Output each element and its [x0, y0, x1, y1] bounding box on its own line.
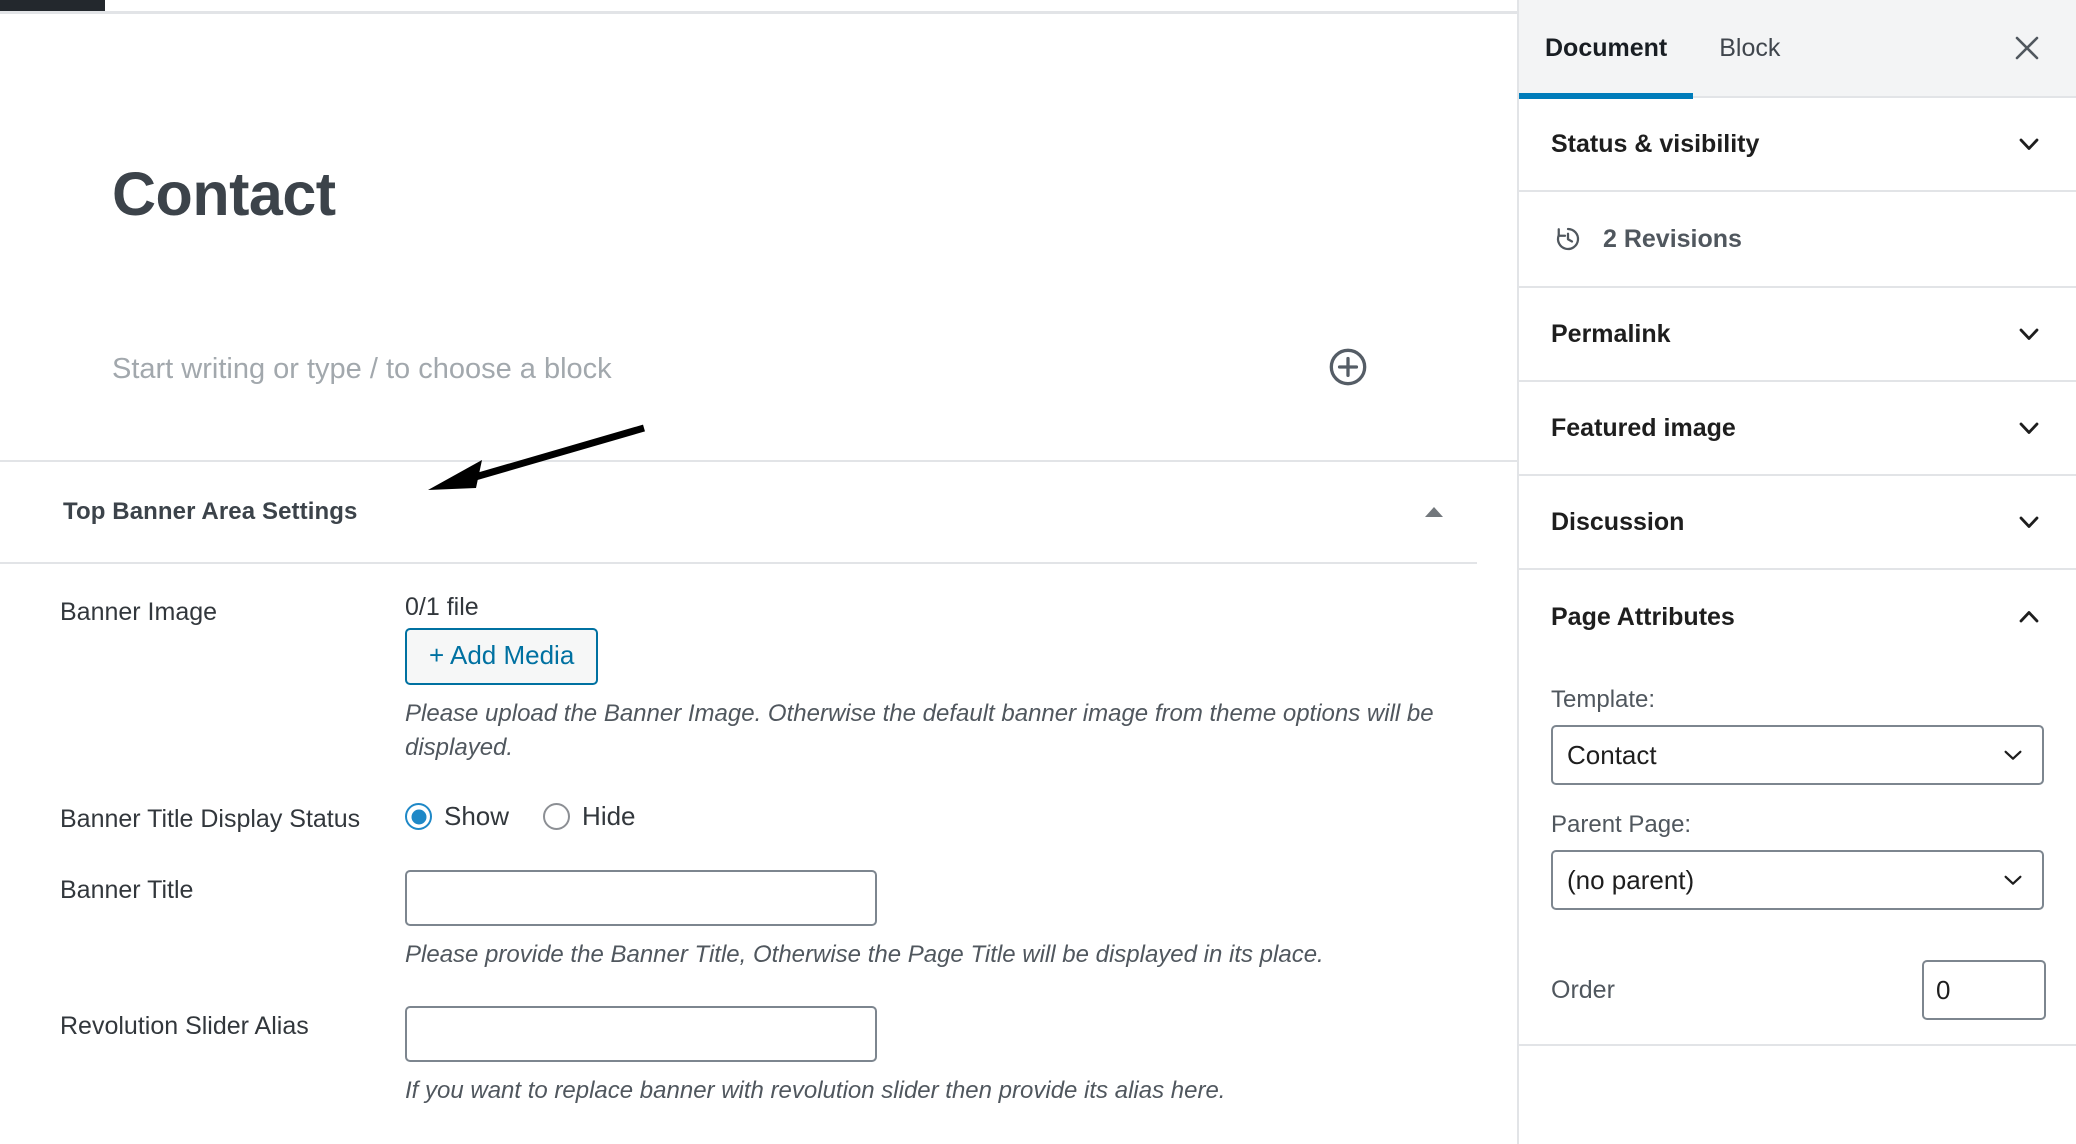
chevron-down-icon[interactable]: [2012, 505, 2046, 539]
panel-permalink-label: Permalink: [1551, 319, 1671, 348]
wordpress-block-editor: Contact Start writing or type / to choos…: [0, 0, 2076, 1144]
banner-image-control: 0/1 file + Add Media Please upload the B…: [405, 592, 1477, 765]
revolution-slider-alias-label: Revolution Slider Alias: [60, 1011, 309, 1040]
radio-label-show: Show: [444, 801, 510, 832]
template-select-value: Contact: [1567, 739, 1657, 770]
metabox-fields: Banner Image 0/1 file + Add Media Please…: [0, 564, 1517, 1108]
caret-up-icon[interactable]: [1421, 501, 1447, 523]
banner-title-status-control: Show Hide: [405, 799, 1477, 832]
parent-page-select[interactable]: (no parent): [1551, 850, 2044, 911]
panel-page-attributes-label: Page Attributes: [1551, 602, 1735, 631]
order-row: Order: [1519, 938, 2076, 1047]
banner-title-input[interactable]: [405, 869, 877, 926]
tab-document[interactable]: Document: [1519, 0, 1694, 99]
default-block-appender[interactable]: Start writing or type / to choose a bloc…: [0, 331, 1517, 407]
banner-title-status-radio-group: Show Hide: [405, 799, 1477, 832]
radio-option-hide[interactable]: Hide: [543, 801, 636, 832]
banner-title-help-text: Please provide the Banner Title, Otherwi…: [405, 940, 1324, 968]
banner-image-label: Banner Image: [60, 598, 218, 627]
template-select[interactable]: Contact: [1551, 725, 2044, 786]
banner-title-control: Please provide the Banner Title, Otherwi…: [405, 869, 1477, 972]
chevron-down-icon[interactable]: [2012, 127, 2046, 161]
page-attributes-body: Template: Contact Parent Page: (no paren…: [1519, 664, 2076, 938]
revolution-slider-alias-help-text: If you want to replace banner with revol…: [405, 1076, 1226, 1104]
chevron-down-icon: [1998, 865, 2028, 895]
parent-page-label: Parent Page:: [1551, 811, 1692, 839]
radio-dot-hide[interactable]: [543, 803, 571, 831]
add-media-button[interactable]: + Add Media: [405, 628, 599, 686]
metabox-title: Top Banner Area Settings: [63, 498, 358, 526]
chevron-down-icon: [1998, 740, 2028, 770]
template-label: Template:: [1551, 686, 1656, 713]
radio-dot-show[interactable]: [405, 803, 432, 831]
revisions-row[interactable]: 2 Revisions: [1519, 192, 2076, 288]
chevron-up-icon[interactable]: [2012, 600, 2046, 634]
metabox-header[interactable]: Top Banner Area Settings: [0, 424, 1477, 565]
field-row-banner-image: Banner Image 0/1 file + Add Media Please…: [0, 592, 1517, 765]
settings-sidebar: Document Block Status & visibility 2 Rev…: [1517, 0, 2076, 1144]
field-row-banner-title: Banner Title Please provide the Banner T…: [0, 869, 1517, 972]
panel-status-and-visibility[interactable]: Status & visibility: [1519, 98, 2076, 192]
panel-featured-image-label: Featured image: [1551, 413, 1736, 442]
panel-status-and-visibility-label: Status & visibility: [1551, 129, 1760, 158]
sidebar-tab-bar: Document Block: [1519, 0, 2076, 99]
top-banner-area-settings-metabox: Top Banner Area Settings Banner Image 0/…: [0, 424, 1517, 1108]
parent-page-select-value: (no parent): [1567, 864, 1695, 895]
banner-title-status-label: Banner Title Display Status: [60, 805, 361, 834]
chevron-down-icon[interactable]: [2012, 411, 2046, 445]
revisions-clock-icon: [1551, 222, 1585, 256]
editor-main-column: Contact Start writing or type / to choos…: [0, 0, 1517, 1144]
field-row-banner-title-status: Banner Title Display Status Show Hide: [0, 799, 1517, 836]
close-icon[interactable]: [2004, 25, 2050, 71]
order-input[interactable]: [1922, 960, 2046, 1021]
banner-image-file-count: 0/1 file: [405, 593, 479, 622]
radio-option-show[interactable]: Show: [405, 801, 509, 832]
panel-featured-image[interactable]: Featured image: [1519, 382, 2076, 476]
plus-circle-icon[interactable]: [1326, 345, 1370, 389]
tab-block[interactable]: Block: [1693, 0, 1806, 97]
field-row-revolution-slider-alias: Revolution Slider Alias If you want to r…: [0, 1005, 1517, 1108]
admin-bar-stub: [0, 0, 105, 11]
page-title[interactable]: Contact: [0, 14, 1517, 226]
revolution-slider-alias-control: If you want to replace banner with revol…: [405, 1005, 1477, 1108]
editor-header-rule: [0, 11, 1517, 14]
panel-discussion-label: Discussion: [1551, 507, 1685, 536]
block-placeholder-text: Start writing or type / to choose a bloc…: [112, 352, 612, 385]
editor-canvas: Contact Start writing or type / to choos…: [0, 0, 1517, 463]
panel-permalink[interactable]: Permalink: [1519, 288, 2076, 382]
order-label: Order: [1551, 975, 1615, 1004]
banner-title-label: Banner Title: [60, 875, 194, 904]
radio-label-hide: Hide: [582, 801, 636, 832]
chevron-down-icon[interactable]: [2012, 317, 2046, 351]
banner-image-help-text: Please upload the Banner Image. Otherwis…: [405, 700, 1434, 762]
revisions-label: 2 Revisions: [1603, 224, 1742, 253]
panel-page-attributes[interactable]: Page Attributes: [1519, 570, 2076, 664]
revolution-slider-alias-input[interactable]: [405, 1005, 877, 1062]
panel-discussion[interactable]: Discussion: [1519, 476, 2076, 570]
